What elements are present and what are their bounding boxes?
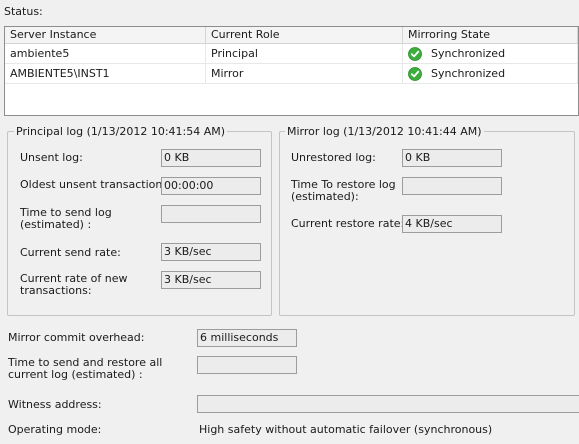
witness-address-field[interactable] [197, 395, 579, 413]
mirroring-state-text: Synchronized [431, 67, 506, 80]
cell-server-instance: ambiente5 [5, 44, 206, 64]
mirroring-status-grid[interactable]: Server Instance Current Role Mirroring S… [4, 26, 579, 116]
unrestored-log-field[interactable]: 0 KB [402, 149, 502, 167]
time-to-send-log-field[interactable] [161, 205, 261, 223]
column-header-server-instance[interactable]: Server Instance [5, 27, 206, 44]
current-restore-rate-label: Current restore rate: [291, 217, 405, 230]
table-row[interactable]: ambiente5 Principal Synchronized [5, 44, 578, 64]
check-circle-icon [408, 47, 422, 61]
mirroring-state-text: Synchronized [431, 47, 506, 60]
time-send-restore-log-field[interactable] [197, 356, 297, 374]
cell-current-role: Mirror [206, 64, 403, 84]
cell-mirroring-state: Synchronized [403, 44, 578, 64]
cell-mirroring-state: Synchronized [403, 64, 578, 84]
cell-current-role: Principal [206, 44, 403, 64]
status-label: Status: [4, 5, 43, 18]
cell-server-instance: AMBIENTE5\INST1 [5, 64, 206, 84]
check-circle-icon [408, 67, 422, 81]
column-header-current-role[interactable]: Current Role [206, 27, 403, 44]
witness-address-label: Witness address: [8, 398, 102, 411]
current-restore-rate-field[interactable]: 4 KB/sec [402, 215, 502, 233]
current-send-rate-label: Current send rate: [20, 246, 121, 259]
oldest-unsent-transaction-field[interactable]: 00:00:00 [161, 177, 261, 195]
current-rate-new-transactions-label: Current rate of new transactions: [20, 272, 128, 297]
principal-log-title: Principal log (1/13/2012 10:41:54 AM) [14, 125, 228, 138]
time-to-send-log-label: Time to send log (estimated) : [20, 206, 112, 231]
operating-mode-value: High safety without automatic failover (… [199, 423, 493, 436]
mirror-log-title: Mirror log (1/13/2012 10:41:44 AM) [285, 125, 484, 138]
mirror-commit-overhead-label: Mirror commit overhead: [8, 331, 145, 344]
current-rate-new-transactions-field[interactable]: 3 KB/sec [161, 271, 261, 289]
current-send-rate-field[interactable]: 3 KB/sec [161, 243, 261, 261]
time-to-restore-log-label: Time To restore log (estimated): [291, 178, 396, 203]
unrestored-log-label: Unrestored log: [291, 151, 376, 164]
unsent-log-label: Unsent log: [20, 151, 83, 164]
mirror-commit-overhead-field[interactable]: 6 milliseconds [197, 329, 297, 347]
column-header-mirroring-state[interactable]: Mirroring State [403, 27, 578, 44]
unsent-log-field[interactable]: 0 KB [161, 149, 261, 167]
time-send-restore-log-label: Time to send and restore all current log… [8, 356, 163, 381]
time-to-restore-log-field[interactable] [402, 177, 502, 195]
operating-mode-label: Operating mode: [8, 423, 102, 436]
oldest-unsent-transaction-label: Oldest unsent transaction: [20, 178, 167, 191]
table-row[interactable]: AMBIENTE5\INST1 Mirror Synchronized [5, 64, 578, 84]
